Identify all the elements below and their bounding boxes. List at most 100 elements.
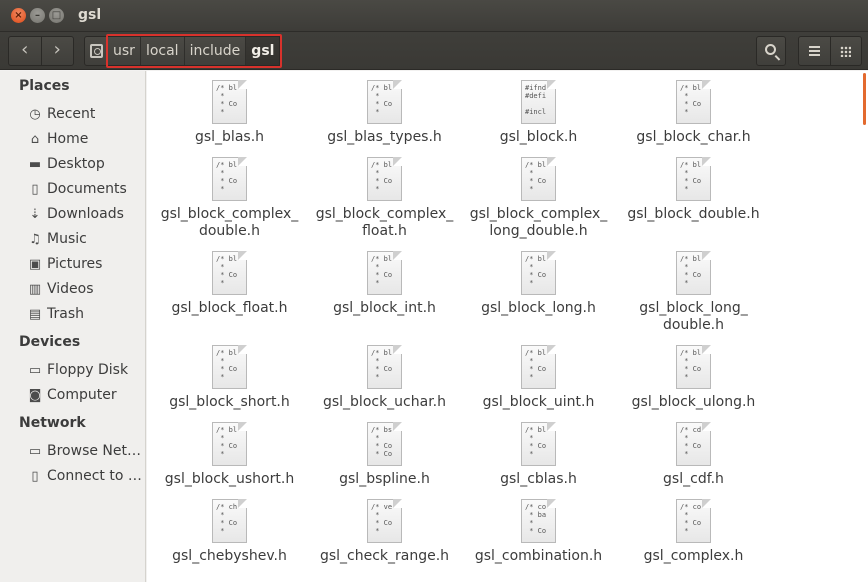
file-item[interactable]: /* bl * * Co * gsl_block_char.h — [616, 80, 771, 146]
file-item[interactable]: /* bl * * Co * gsl_block_ulong.h — [616, 345, 771, 411]
document-icon: ▯ — [31, 181, 39, 197]
text-file-icon: /* ve * * Co * — [367, 499, 402, 543]
file-item[interactable]: /* bl * * Co * gsl_blas_types.h — [307, 80, 462, 146]
file-name: gsl_block_long.h — [481, 300, 596, 316]
file-preview-text: /* bl * * Co * — [216, 426, 238, 458]
file-item[interactable]: /* bl * * Co * gsl_block_complex_ double.… — [152, 157, 307, 240]
sidebar-item-connect-to[interactable]: ▯ Connect to … — [27, 465, 144, 487]
file-preview-text: /* bl * * Co * — [525, 161, 547, 193]
file-name: gsl_block_uchar.h — [322, 394, 447, 410]
back-button[interactable]: ‹ — [9, 37, 41, 65]
sidebar-item-label: Recent — [47, 106, 96, 122]
sidebar-item-downloads[interactable]: ⇣ Downloads — [27, 203, 144, 225]
text-file-icon: /* bl * * Co * — [521, 251, 556, 295]
back-arrow-icon: ‹ — [21, 39, 29, 60]
sidebar-item-browse-net[interactable]: ▭ Browse Net… — [27, 440, 144, 462]
file-item[interactable]: /* ve * * Co * gsl_check_range.h — [307, 499, 462, 565]
file-item[interactable]: /* co * * Co * gsl_complex.h — [616, 499, 771, 565]
file-preview-text: /* bl * * Co * — [216, 161, 238, 193]
text-file-icon: /* ch * * Co * — [212, 499, 247, 543]
sidebar-item-home[interactable]: ⌂ Home — [27, 128, 144, 150]
sidebar-item-computer[interactable]: ◙ Computer — [27, 384, 144, 406]
places-header: Places — [19, 78, 70, 94]
music-icon: ♫ — [29, 231, 41, 247]
file-preview-text: /* bl * * Co * — [371, 255, 393, 287]
text-file-icon: /* bl * * Co * — [212, 251, 247, 295]
file-name: gsl_block_complex_ double.h — [160, 206, 299, 239]
text-file-icon: /* bl * * Co * — [676, 345, 711, 389]
file-name: gsl_block_ulong.h — [631, 394, 756, 410]
search-button[interactable] — [756, 36, 786, 66]
file-preview-text: /* bs * * Co * Co — [371, 426, 393, 458]
file-name: gsl_combination.h — [474, 548, 603, 564]
text-file-icon: /* bl * * Co * — [676, 157, 711, 201]
file-name: gsl_block_short.h — [169, 394, 290, 410]
file-item[interactable]: /* bl * * Co * gsl_block_uchar.h — [307, 345, 462, 411]
sidebar-item-recent[interactable]: ◷ Recent — [27, 103, 144, 125]
sidebar-item-desktop[interactable]: ▬ Desktop — [27, 153, 144, 175]
sidebar-item-label: Documents — [47, 181, 127, 197]
network-icon: ▭ — [28, 443, 42, 459]
forward-button[interactable]: › — [40, 37, 74, 65]
maximize-window-button[interactable]: □ — [49, 8, 64, 23]
file-preview-text: /* ch * * Co * — [216, 503, 238, 535]
file-item[interactable]: #ifnd #defi #incl gsl_block.h — [461, 80, 616, 146]
file-manager-window: × – □ gsl ‹ › usr local include gsl Plac… — [0, 0, 868, 582]
sidebar-item-trash[interactable]: ▤ Trash — [27, 303, 144, 325]
sidebar-item-label: Connect to … — [47, 468, 142, 484]
crumb-include[interactable]: include — [183, 37, 246, 65]
file-item[interactable]: /* bl * * Co * gsl_block_long.h — [461, 251, 616, 317]
text-file-icon: /* bl * * Co * — [367, 345, 402, 389]
file-item[interactable]: /* bl * * Co * gsl_block_uint.h — [461, 345, 616, 411]
file-item[interactable]: /* bl * * Co * gsl_block_int.h — [307, 251, 462, 317]
file-name: gsl_block_double.h — [627, 206, 760, 222]
file-item[interactable]: /* bl * * Co * gsl_block_ushort.h — [152, 422, 307, 488]
file-item[interactable]: /* bl * * Co * gsl_block_complex_ float.h — [307, 157, 462, 240]
crumb-local[interactable]: local — [139, 37, 184, 65]
computer-icon: ◙ — [28, 387, 42, 403]
text-file-icon: /* bl * * Co * — [521, 422, 556, 466]
sidebar-item-floppy-disk[interactable]: ▭ Floppy Disk — [27, 359, 144, 381]
crumb-usr[interactable]: usr — [108, 37, 140, 65]
path-bar: usr local include gsl — [105, 34, 283, 68]
sidebar-item-label: Browse Net… — [47, 443, 142, 459]
file-item[interactable]: /* bl * * Co * gsl_block_double.h — [616, 157, 771, 223]
devices-header: Devices — [19, 334, 81, 350]
sidebar-item-pictures[interactable]: ▣ Pictures — [27, 253, 144, 275]
file-item[interactable]: /* cd * * Co * gsl_cdf.h — [616, 422, 771, 488]
sidebar-item-music[interactable]: ♫ Music — [27, 228, 144, 250]
file-item[interactable]: /* bl * * Co * gsl_block_short.h — [152, 345, 307, 411]
location-toggle-button[interactable] — [84, 36, 108, 66]
crumb-gsl[interactable]: gsl — [245, 37, 280, 65]
minimize-window-button[interactable]: – — [30, 8, 45, 23]
toolbar: ‹ › usr local include gsl — [0, 32, 868, 70]
file-preview-text: /* bl * * Co * — [371, 84, 393, 116]
file-preview-text: /* bl * * Co * — [525, 426, 547, 458]
sidebar-item-label: Trash — [47, 306, 84, 322]
file-item[interactable]: /* bl * * Co * gsl_block_long_ double.h — [616, 251, 771, 334]
file-item[interactable]: /* co * ba * * Co gsl_combination.h — [461, 499, 616, 565]
film-icon: ▥ — [28, 281, 42, 297]
close-icon: × — [14, 10, 23, 21]
minimize-icon: – — [35, 10, 40, 21]
title-bar: × – □ gsl — [0, 0, 868, 32]
download-icon: ⇣ — [29, 206, 41, 222]
file-preview-text: /* co * ba * * Co — [525, 503, 547, 535]
file-name: gsl_check_range.h — [319, 548, 450, 564]
scroll-indicator[interactable] — [863, 73, 866, 125]
file-item[interactable]: /* bl * * Co * gsl_block_float.h — [152, 251, 307, 317]
sidebar-item-videos[interactable]: ▥ Videos — [27, 278, 144, 300]
text-file-icon: /* bl * * Co * — [212, 345, 247, 389]
file-item[interactable]: /* bl * * Co * gsl_blas.h — [152, 80, 307, 146]
list-view-button[interactable] — [799, 37, 830, 65]
file-item[interactable]: /* ch * * Co * gsl_chebyshev.h — [152, 499, 307, 565]
file-name: gsl_block_float.h — [171, 300, 288, 316]
grid-view-button[interactable] — [829, 37, 862, 65]
sidebar-item-documents[interactable]: ▯ Documents — [27, 178, 144, 200]
file-item[interactable]: /* bl * * Co * gsl_cblas.h — [461, 422, 616, 488]
forward-arrow-icon: › — [53, 39, 61, 60]
file-item[interactable]: /* bs * * Co * Co gsl_bspline.h — [307, 422, 462, 488]
close-window-button[interactable]: × — [11, 8, 26, 23]
file-name: gsl_block_long_ double.h — [639, 300, 748, 333]
file-item[interactable]: /* bl * * Co * gsl_block_complex_ long_do… — [461, 157, 616, 240]
